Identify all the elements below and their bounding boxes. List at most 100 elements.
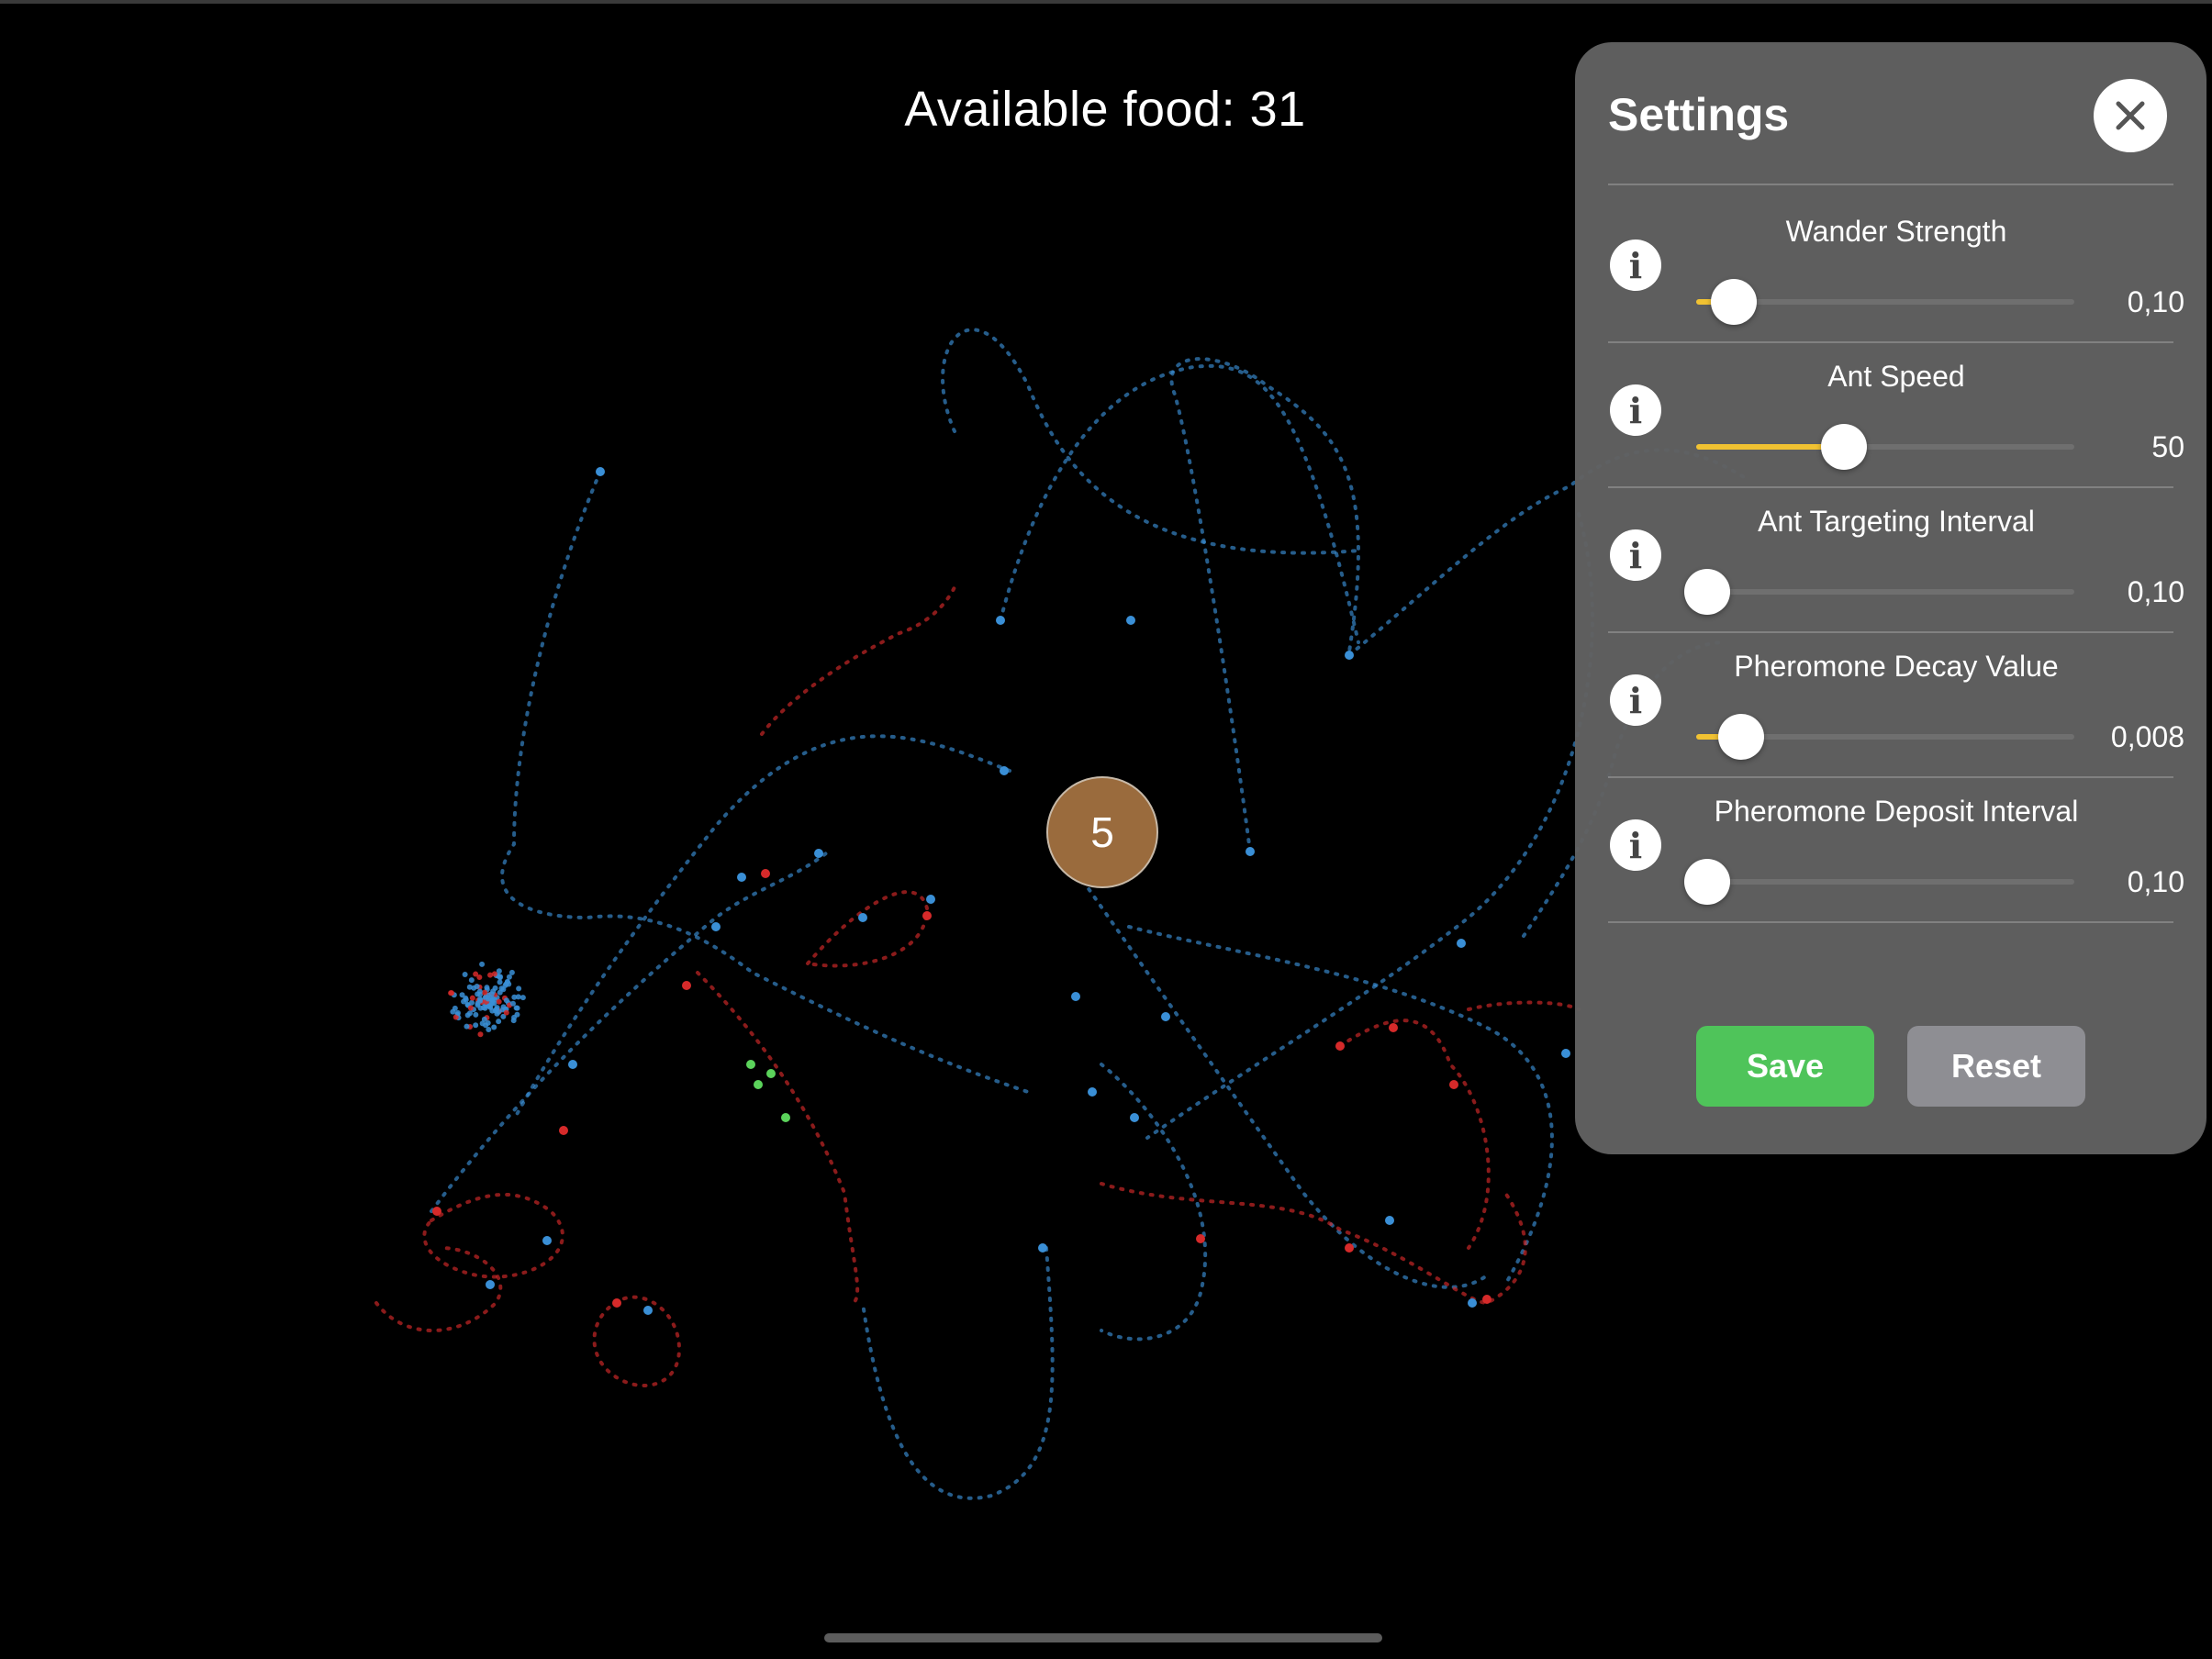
setting-label: Pheromone Decay Value	[1667, 650, 2126, 684]
ant	[922, 911, 932, 920]
slider-ant-speed[interactable]	[1696, 444, 2074, 450]
setting-row-pheromone-decay-value: i Pheromone Decay Value 0,008	[1575, 633, 2206, 778]
ant	[1345, 1243, 1354, 1253]
setting-row-ant-targeting-interval: i Ant Targeting Interval 0,10	[1575, 488, 2206, 633]
slider-pheromone-deposit-interval[interactable]	[1696, 879, 2074, 885]
ant	[1457, 939, 1466, 948]
food-particle	[468, 1006, 474, 1011]
slider-wander-strength[interactable]	[1696, 299, 2074, 305]
setting-row-wander-strength: i Wander Strength 0,10	[1575, 198, 2206, 343]
food-particle	[463, 972, 468, 977]
food-particle	[473, 1022, 478, 1028]
slider-ant-targeting-interval[interactable]	[1696, 589, 2074, 595]
ant	[1561, 1049, 1570, 1058]
food-particle	[486, 1027, 491, 1032]
setting-row-pheromone-deposit-interval: i Pheromone Deposit Interval 0,10	[1575, 778, 2206, 923]
food-item	[781, 1113, 790, 1122]
close-icon	[2114, 99, 2147, 132]
food-particle	[475, 984, 480, 989]
info-icon[interactable]: i	[1610, 819, 1661, 871]
setting-value: 0,10	[2074, 575, 2184, 609]
ant	[1449, 1080, 1458, 1089]
slider-pheromone-decay-value[interactable]	[1696, 734, 2074, 740]
ant	[1161, 1012, 1170, 1021]
home-indicator[interactable]	[824, 1633, 1382, 1642]
food-particle	[486, 1003, 492, 1008]
setting-label: Ant Speed	[1667, 360, 2126, 394]
food-particle	[514, 1012, 519, 1018]
food-particle	[511, 1018, 517, 1023]
food-particle	[461, 999, 466, 1005]
save-button[interactable]: Save	[1696, 1026, 1874, 1107]
info-icon[interactable]: i	[1610, 529, 1661, 581]
ant	[858, 913, 867, 922]
setting-value: 0,10	[2074, 285, 2184, 319]
ant	[1038, 1243, 1047, 1253]
food-particle	[501, 1004, 507, 1009]
food-particle	[494, 1007, 499, 1012]
ant	[1000, 766, 1009, 775]
return-trail	[808, 892, 927, 965]
ant	[1071, 992, 1080, 1001]
food-particle	[520, 995, 526, 1000]
return-trail	[595, 1297, 680, 1386]
food-particle	[504, 997, 509, 1003]
food-particle	[469, 1000, 475, 1006]
settings-panel: Settings i Wander Strength 0,10 i Ant Speed 5…	[1575, 42, 2206, 1154]
ant	[643, 1306, 653, 1315]
food-item	[766, 1069, 776, 1078]
food-particle	[484, 985, 489, 990]
title-divider	[1608, 184, 2173, 185]
food-particle	[473, 1012, 478, 1018]
ant	[612, 1298, 621, 1308]
slider-thumb[interactable]	[1718, 714, 1764, 760]
ant	[1482, 1295, 1491, 1304]
setting-value: 0,008	[2074, 720, 2184, 754]
food-particle	[464, 1024, 469, 1030]
food-particle	[467, 985, 473, 990]
food-particle	[507, 974, 512, 980]
ant	[711, 922, 721, 931]
setting-label: Wander Strength	[1667, 215, 2126, 249]
explore-trail	[1101, 1064, 1205, 1339]
return-trail	[762, 587, 955, 734]
info-icon[interactable]: i	[1610, 384, 1661, 436]
food-particle	[497, 968, 502, 974]
ant	[542, 1236, 552, 1245]
simulation-view[interactable]: Available food: 31 5 Settings i Wander St…	[0, 0, 2212, 1659]
food-particle	[514, 1005, 519, 1010]
food-particle	[492, 971, 497, 976]
row-divider	[1608, 921, 2173, 923]
close-button[interactable]	[2094, 79, 2167, 152]
slider-thumb[interactable]	[1684, 859, 1730, 905]
ant	[926, 895, 935, 904]
ant	[737, 873, 746, 882]
ant	[996, 616, 1005, 625]
explore-trail	[1171, 359, 1357, 852]
return-trail	[698, 973, 857, 1303]
nest-count: 5	[1090, 807, 1114, 857]
food-particle	[449, 990, 454, 996]
reset-button[interactable]: Reset	[1907, 1026, 2085, 1107]
food-particle	[477, 998, 483, 1004]
food-item	[754, 1080, 763, 1089]
slider-thumb[interactable]	[1684, 569, 1730, 615]
info-icon[interactable]: i	[1610, 239, 1661, 291]
info-icon[interactable]: i	[1610, 674, 1661, 726]
food-particle	[455, 1010, 461, 1016]
food-particle	[477, 1031, 483, 1037]
food-particle	[479, 962, 485, 967]
ant	[1196, 1234, 1205, 1243]
slider-thumb[interactable]	[1711, 279, 1757, 325]
slider-thumb[interactable]	[1821, 424, 1867, 470]
food-particle	[516, 994, 521, 999]
food-particle	[486, 997, 491, 1002]
ant-nest[interactable]: 5	[1046, 776, 1158, 888]
explore-trail	[943, 329, 1358, 552]
food-particle	[491, 1025, 497, 1030]
food-particle	[477, 988, 483, 994]
food-particle	[505, 979, 510, 985]
return-trail	[1101, 1184, 1525, 1303]
ant	[1088, 1087, 1097, 1097]
ant	[761, 869, 770, 878]
